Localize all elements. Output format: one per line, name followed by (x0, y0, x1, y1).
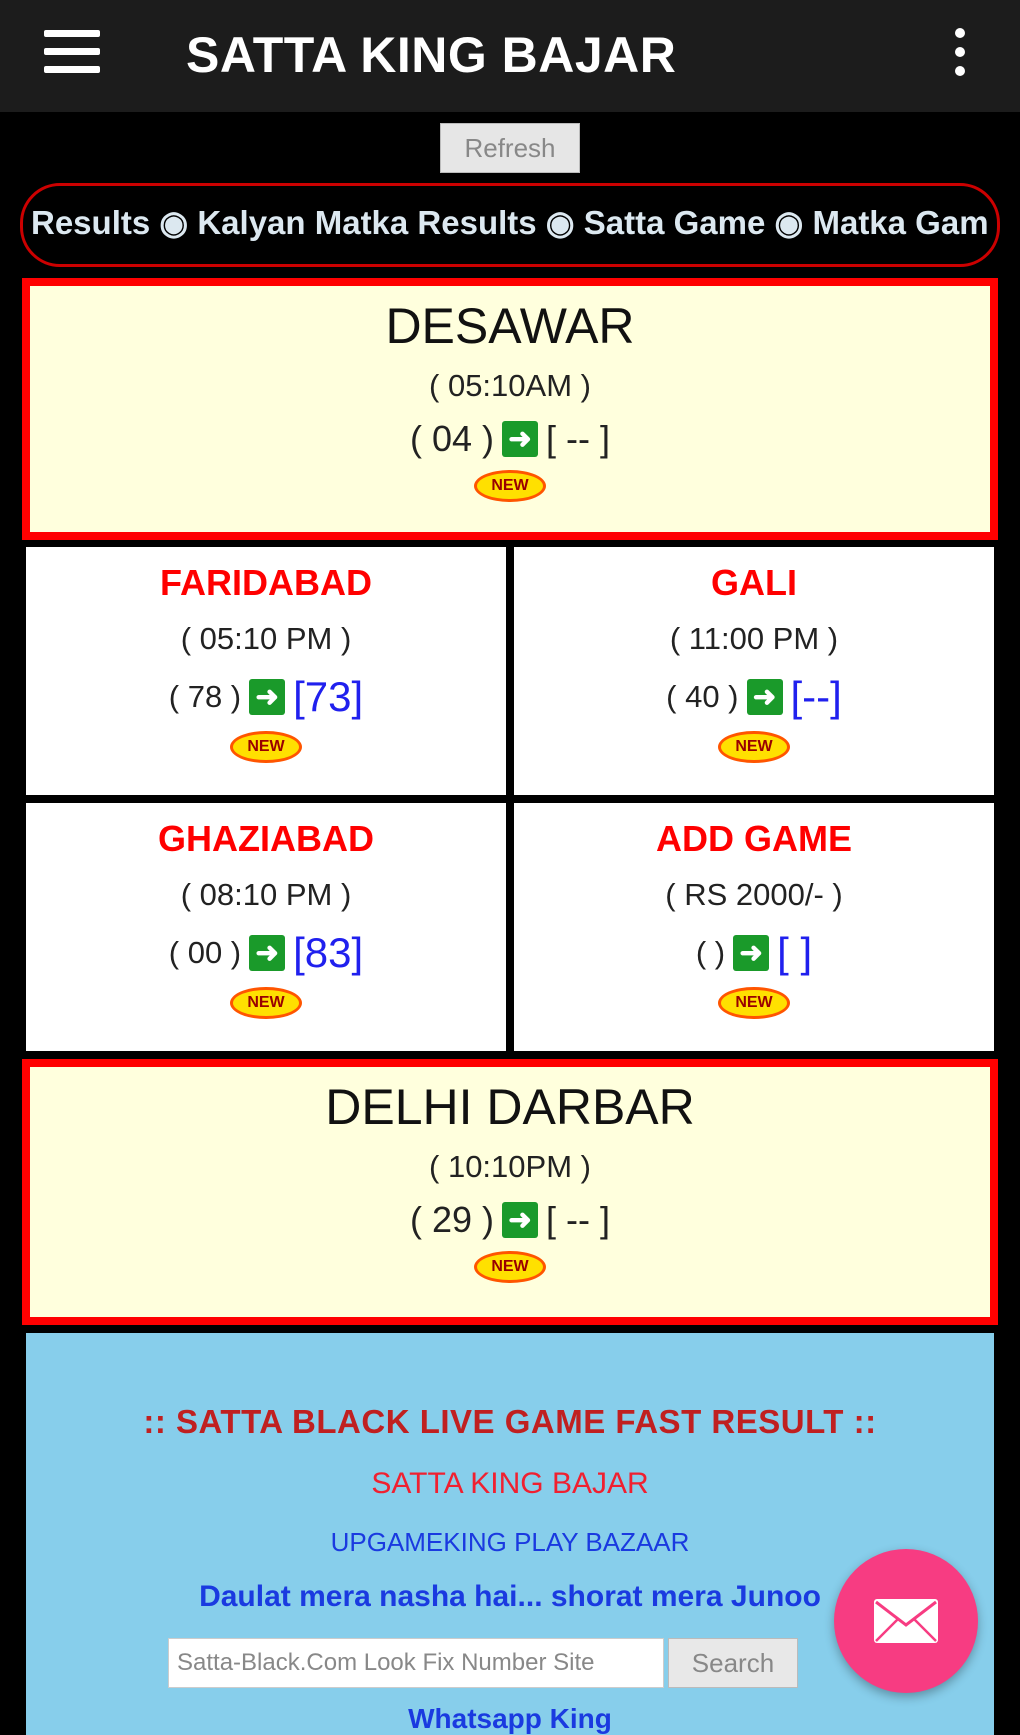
search-button[interactable]: Search (668, 1638, 798, 1688)
game-card-gali: GALI ( 11:00 PM ) ( 40 ) ➜ [--] NEW (514, 547, 994, 795)
previous-result: ( ) (695, 935, 726, 970)
today-result: [73] (293, 673, 364, 720)
result-row: ( 78 ) ➜ [73] (26, 673, 506, 721)
game-name: GHAZIABAD (158, 818, 374, 859)
mail-fab-button[interactable] (834, 1549, 978, 1693)
arrow-right-icon: ➜ (502, 421, 539, 457)
game-time: ( 11:00 PM ) (669, 621, 839, 656)
hamburger-icon[interactable] (44, 30, 100, 74)
ticker-text: Results ◉ Kalyan Matka Results ◉ Satta G… (31, 204, 989, 241)
game-name: GALI (711, 562, 797, 603)
previous-result: ( 78 ) (168, 679, 242, 714)
mail-icon (874, 1599, 938, 1643)
previous-result: ( 00 ) (168, 935, 242, 970)
info-subtitle: SATTA KING BAJAR (371, 1467, 649, 1500)
game-card-faridabad: FARIDABAD ( 05:10 PM ) ( 78 ) ➜ [73] NEW (26, 547, 506, 795)
app-title: SATTA KING BAJAR (186, 27, 677, 83)
previous-result: ( 29 ) (409, 1199, 495, 1240)
search-input[interactable] (168, 1638, 664, 1688)
game-card-ghaziabad: GHAZIABAD ( 08:10 PM ) ( 00 ) ➜ [83] NEW (26, 803, 506, 1051)
game-card-delhi-darbar: DELHI DARBAR ( 10:10PM ) ( 29 ) ➜ [ -- ]… (22, 1059, 998, 1325)
previous-result: ( 40 ) (666, 679, 739, 714)
info-headline: :: SATTA BLACK LIVE GAME FAST RESULT :: (143, 1403, 877, 1440)
arrow-right-icon: ➜ (746, 679, 783, 715)
new-badge: NEW (230, 987, 302, 1019)
game-name: ADD GAME (656, 818, 852, 859)
game-grid: FARIDABAD ( 05:10 PM ) ( 78 ) ➜ [73] NEW… (26, 547, 994, 1051)
previous-result: ( 04 ) (409, 418, 495, 459)
info-section: :: SATTA BLACK LIVE GAME FAST RESULT :: … (26, 1333, 994, 1735)
new-badge: NEW (718, 731, 790, 763)
refresh-button[interactable]: Refresh (440, 123, 580, 173)
result-row: ( ) ➜ [ ] (514, 929, 994, 977)
upgameking-link[interactable]: UPGAMEKING PLAY BAZAAR (26, 1527, 994, 1558)
arrow-right-icon: ➜ (249, 935, 286, 971)
arrow-right-icon: ➜ (733, 935, 770, 971)
today-result: [83] (293, 929, 364, 976)
today-result: [ ] (777, 929, 813, 976)
result-row: ( 29 ) ➜ [ -- ] (30, 1199, 990, 1241)
result-row: ( 04 ) ➜ [ -- ] (30, 418, 990, 460)
result-row: ( 00 ) ➜ [83] (26, 929, 506, 977)
new-badge: NEW (718, 987, 790, 1019)
game-name: DELHI DARBAR (325, 1079, 695, 1135)
today-result: [ -- ] (546, 1199, 610, 1240)
game-time: ( 08:10 PM ) (180, 877, 352, 912)
new-badge: NEW (474, 470, 546, 502)
app-bar: SATTA KING BAJAR (0, 0, 1020, 112)
game-name: DESAWAR (385, 298, 635, 354)
kebab-icon[interactable] (952, 28, 968, 84)
today-result: [--] (790, 673, 842, 720)
today-result: [ -- ] (546, 418, 610, 459)
search-bar: Search (168, 1638, 798, 1688)
game-card-add-game[interactable]: ADD GAME ( RS 2000/- ) ( ) ➜ [ ] NEW (514, 803, 994, 1051)
result-row: ( 40 ) ➜ [--] (514, 673, 994, 721)
whatsapp-link[interactable]: Whatsapp King (26, 1703, 994, 1735)
news-ticker[interactable]: Results ◉ Kalyan Matka Results ◉ Satta G… (20, 183, 1000, 267)
new-badge: NEW (230, 731, 302, 763)
game-name: FARIDABAD (160, 562, 372, 603)
game-time: ( 10:10PM ) (429, 1149, 591, 1184)
game-time: ( 05:10 PM ) (180, 621, 352, 656)
new-badge: NEW (474, 1251, 546, 1283)
arrow-right-icon: ➜ (502, 1202, 539, 1238)
game-time: ( RS 2000/- ) (665, 877, 843, 912)
arrow-right-icon: ➜ (249, 679, 286, 715)
game-card-desawar: DESAWAR ( 05:10AM ) ( 04 ) ➜ [ -- ] NEW (22, 278, 998, 540)
game-time: ( 05:10AM ) (429, 368, 591, 403)
